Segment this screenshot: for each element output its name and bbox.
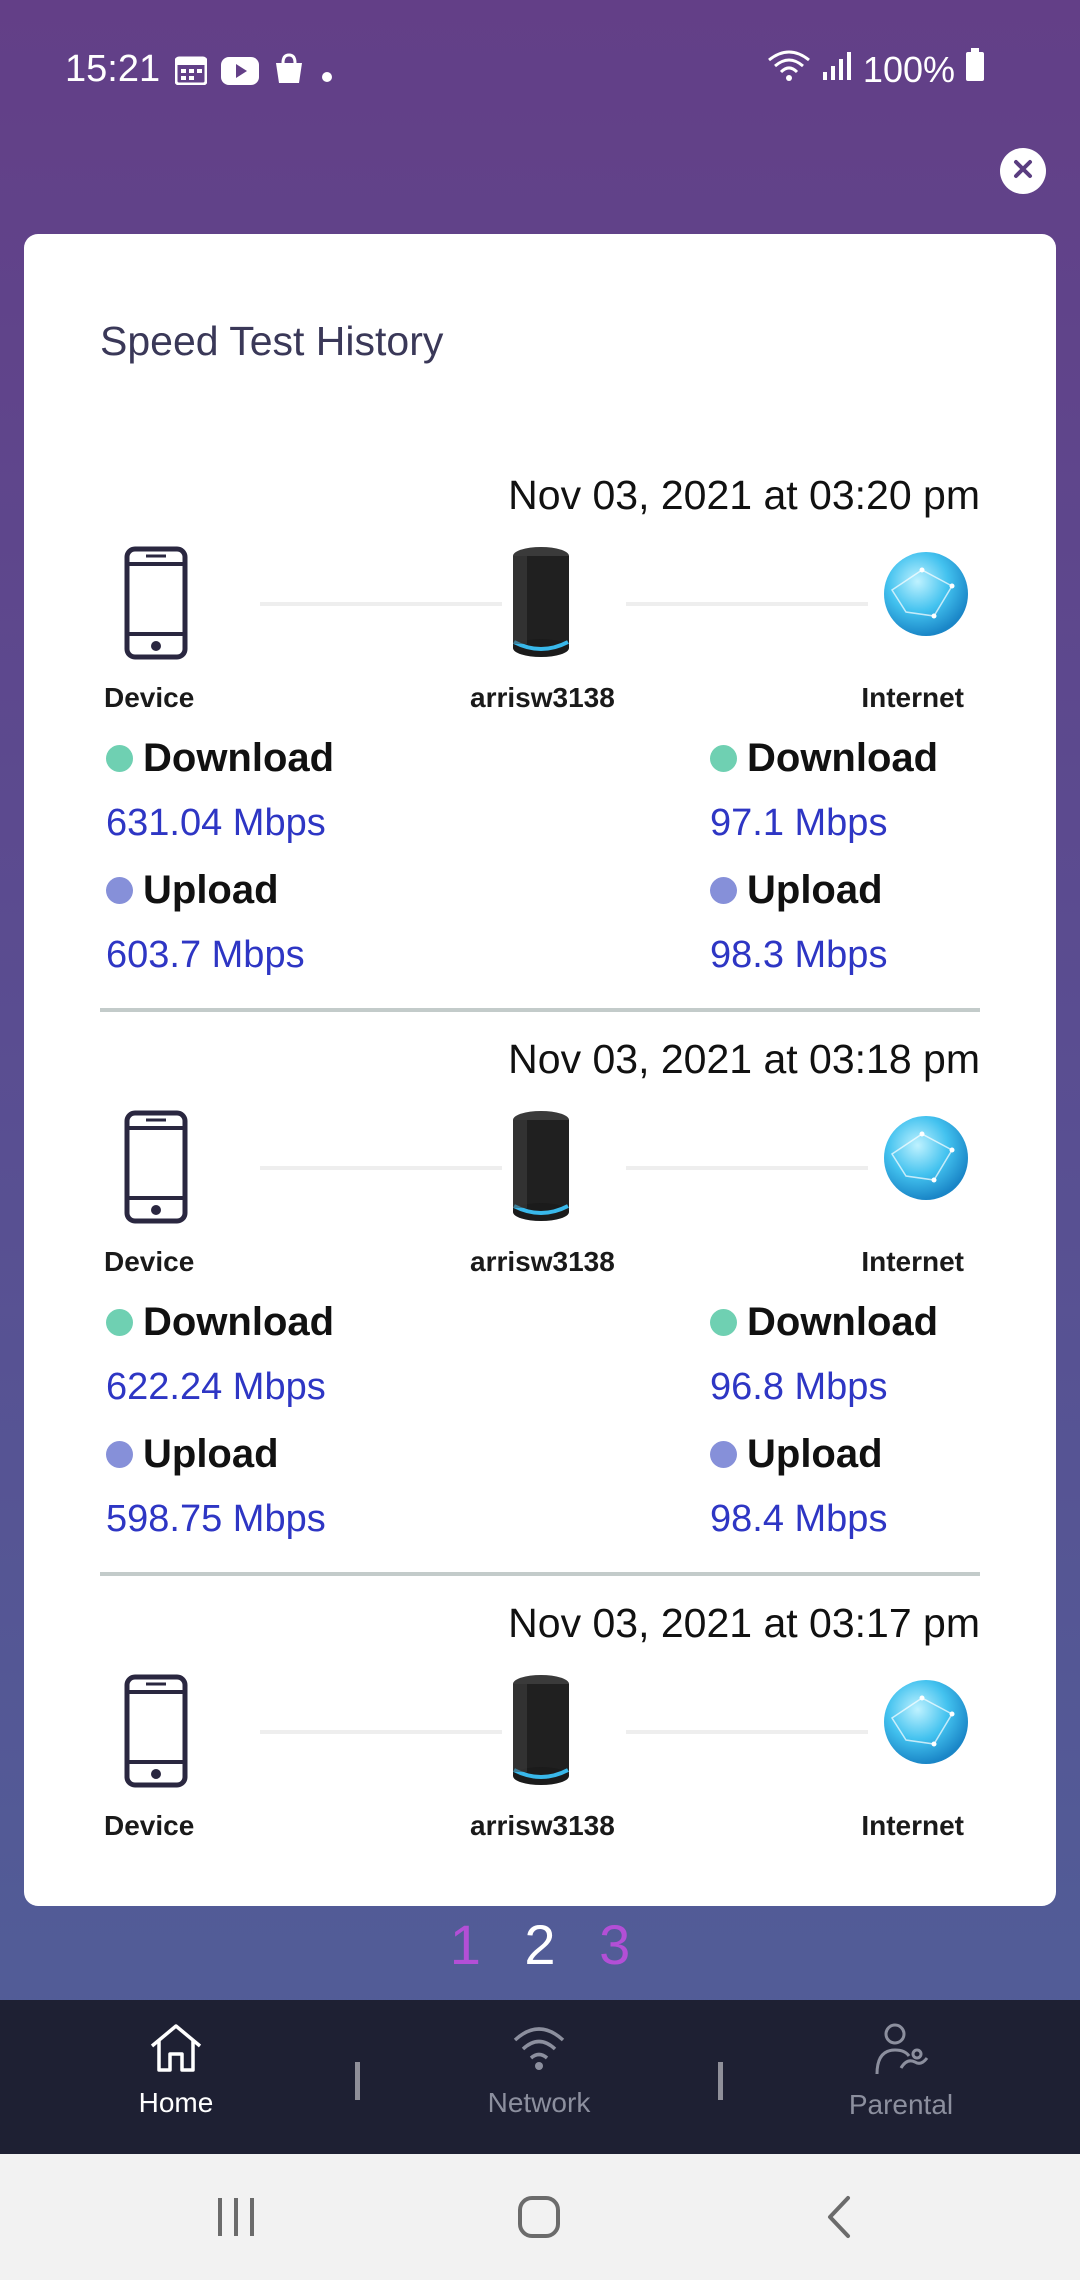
history-entry: Nov 03, 2021 at 03:17 pm Device arrisw31… [100,1578,980,1878]
internet-upload-value: 98.4 Mbps [710,1498,888,1540]
system-nav-bar [0,2154,1080,2280]
download-dot [106,1309,133,1336]
signal-icon [821,49,853,91]
internet-download-value: 96.8 Mbps [710,1366,888,1408]
wifi-icon [767,49,811,91]
globe-icon [882,1114,970,1207]
gateway-label: arrisw3138 [470,682,615,713]
network-path: Device arrisw3138 Internet [100,1674,980,1841]
parental-icon [801,2022,1001,2083]
gateway-label: arrisw3138 [470,1246,615,1277]
internet-upload-heading: Upload [710,1432,883,1477]
entry-divider [100,1572,980,1576]
internet-label: Internet [861,1246,964,1277]
page-2-link[interactable]: 2 [524,1913,555,1976]
recent-apps-icon[interactable] [214,2196,258,2243]
phone-icon [124,546,188,665]
battery-icon [965,48,985,91]
device-label: Device [104,1810,195,1841]
status-time: 15:21 [65,48,161,90]
nav-network[interactable]: Network [439,2022,639,2119]
history-entry: Nov 03, 2021 at 03:18 pm Device arrisw31… [100,1014,980,1578]
nav-home-label: Home [138,2087,214,2118]
entry-date: Nov 03, 2021 at 03:17 pm [508,1600,980,1646]
page-3-link[interactable]: 3 [599,1913,630,1976]
connector-line [626,602,868,606]
calendar-icon [174,52,208,94]
shopping-bag-icon [273,52,305,94]
router-icon [506,1674,572,1793]
youtube-icon [221,52,259,94]
download-dot [106,745,133,772]
speed-history-card[interactable]: Speed Test History Nov 03, 2021 at 03:20… [24,234,1056,1906]
bottom-nav: Home Network Parental [0,2000,1080,2154]
internet-download-value: 97.1 Mbps [710,802,888,844]
device-download-value: 631.04 Mbps [106,802,326,844]
connector-line [260,1166,502,1170]
entry-date: Nov 03, 2021 at 03:20 pm [508,472,980,518]
globe-icon [882,550,970,643]
home-icon [76,2022,276,2081]
connector-line [260,1730,502,1734]
home-circle-icon[interactable] [516,2194,562,2245]
gateway-label: arrisw3138 [470,1810,615,1841]
internet-upload-value: 98.3 Mbps [710,934,888,976]
globe-icon [882,1678,970,1771]
internet-label: Internet [861,682,964,713]
phone-icon [124,1110,188,1229]
internet-download-heading: Download [710,1300,938,1345]
network-path: Device arrisw3138 Internet [100,1110,980,1277]
close-button[interactable] [1000,148,1046,194]
status-bar: 15:21 100% [0,0,1080,140]
device-upload-value: 598.75 Mbps [106,1498,326,1540]
internet-label: Internet [861,1810,964,1841]
upload-dot [106,877,133,904]
status-left-icons [174,52,335,94]
entry-divider [100,1008,980,1012]
router-icon [506,546,572,665]
download-dot [710,745,737,772]
connector-line [260,602,502,606]
page-1-link[interactable]: 1 [450,1913,481,1976]
network-path: Device arrisw3138 Internet [100,546,980,713]
history-entry: Nov 03, 2021 at 03:20 pm Device arrisw31… [100,450,980,1014]
status-right: 100% [767,48,985,91]
battery-percent: 100% [862,48,955,90]
device-upload-heading: Upload [106,868,279,913]
nav-parental-label: Parental [848,2089,954,2120]
phone-icon [124,1674,188,1793]
device-download-heading: Download [106,1300,334,1345]
upload-dot [710,877,737,904]
nav-separator [718,2062,723,2100]
nav-home[interactable]: Home [76,2022,276,2119]
nav-parental[interactable]: Parental [801,2022,1001,2121]
connector-line [626,1730,868,1734]
device-download-value: 622.24 Mbps [106,1366,326,1408]
dot-icon [319,52,335,94]
close-icon [1012,158,1034,185]
internet-download-heading: Download [710,736,938,781]
wifi-icon [439,2022,639,2081]
device-download-heading: Download [106,736,334,781]
device-label: Device [104,1246,195,1277]
upload-dot [710,1441,737,1468]
entry-date: Nov 03, 2021 at 03:18 pm [508,1036,980,1082]
pagination: 1 2 3 [0,1912,1080,1977]
download-dot [710,1309,737,1336]
router-icon [506,1110,572,1229]
connector-line [626,1166,868,1170]
device-upload-value: 603.7 Mbps [106,934,305,976]
nav-separator [355,2062,360,2100]
device-upload-heading: Upload [106,1432,279,1477]
device-label: Device [104,682,195,713]
upload-dot [106,1441,133,1468]
back-icon[interactable] [822,2194,856,2245]
card-title: Speed Test History [100,318,444,364]
internet-upload-heading: Upload [710,868,883,913]
nav-network-label: Network [487,2087,591,2118]
